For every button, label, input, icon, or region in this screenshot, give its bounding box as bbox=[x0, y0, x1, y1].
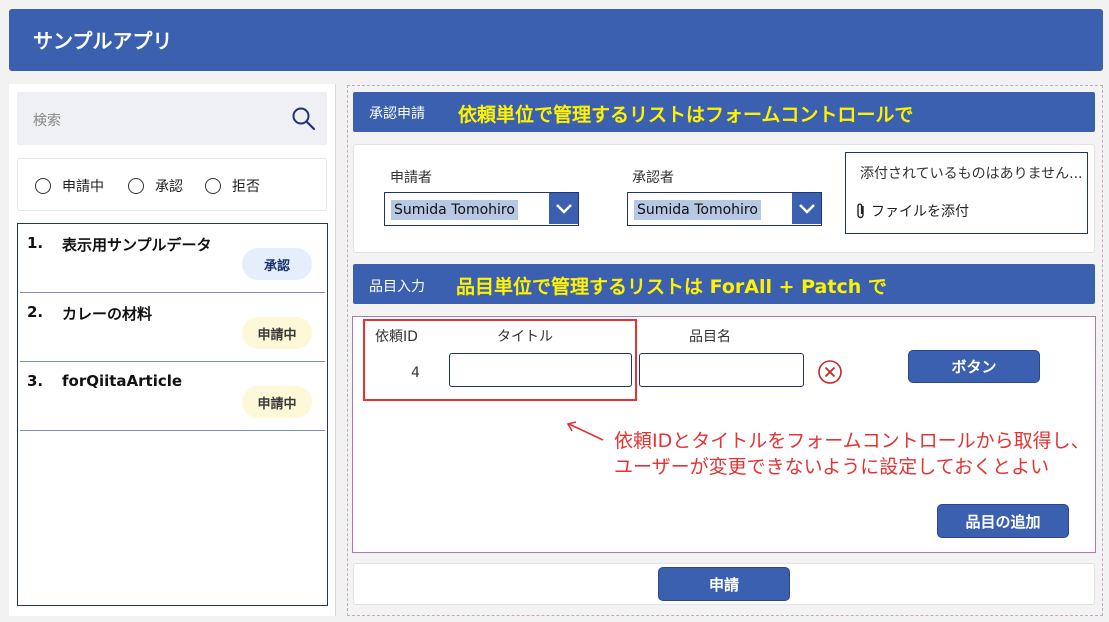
radio-circle-icon[interactable] bbox=[35, 178, 51, 194]
radio-label: 申請中 bbox=[62, 179, 104, 195]
applicant-label: 申請者 bbox=[390, 170, 432, 186]
red-annotation-line1: 依頼IDとタイトルをフォームコントロールから取得し、 bbox=[614, 430, 1090, 452]
approver-label: 承認者 bbox=[632, 170, 674, 186]
paperclip-icon bbox=[857, 203, 864, 219]
attachments-empty-text: 添付されているものはありません... bbox=[860, 166, 1083, 182]
col-header-item-name: 品目名 bbox=[689, 329, 731, 345]
red-annotation: 依頼IDとタイトルをフォームコントロールから取得し、 ユーザーが変更できないよう… bbox=[614, 428, 1090, 480]
radio-circle-icon[interactable] bbox=[205, 178, 221, 194]
red-annotation-line2: ユーザーが変更できないように設定しておくとよい bbox=[614, 456, 1050, 478]
chevron-down-icon[interactable] bbox=[549, 193, 578, 224]
items-section-label: 品目入力 bbox=[369, 279, 425, 295]
item-title: カレーの材料 bbox=[62, 305, 153, 323]
list-item[interactable]: 2. カレーの材料 申請中 bbox=[20, 293, 325, 362]
item-title: forQiitaArticle bbox=[62, 372, 183, 390]
status-badge: 承認 bbox=[242, 248, 312, 280]
list-item[interactable]: 1. 表示用サンプルデータ 承認 bbox=[20, 224, 325, 293]
item-title: 表示用サンプルデータ bbox=[62, 236, 212, 254]
approver-dropdown[interactable]: Sumida Tomohiro bbox=[627, 192, 822, 226]
radio-label: 承認 bbox=[155, 179, 183, 195]
request-list: 1. 表示用サンプルデータ 承認 2. カレーの材料 申請中 3. forQii… bbox=[17, 223, 328, 606]
remove-row-icon[interactable] bbox=[817, 359, 843, 385]
chevron-down-icon[interactable] bbox=[792, 193, 821, 224]
search-icon[interactable] bbox=[291, 106, 317, 132]
action-button[interactable]: ボタン bbox=[908, 350, 1040, 383]
search-box[interactable] bbox=[17, 92, 327, 145]
item-name-input[interactable] bbox=[639, 353, 804, 387]
attach-file-label: ファイルを添付 bbox=[871, 204, 969, 220]
radio-label: 拒否 bbox=[232, 179, 260, 195]
approval-section-label: 承認申請 bbox=[369, 106, 425, 122]
approver-value: Sumida Tomohiro bbox=[634, 200, 761, 220]
annotation-arrow-icon bbox=[563, 418, 607, 444]
status-badge: 申請中 bbox=[242, 386, 312, 418]
radio-approved[interactable]: 承認 bbox=[128, 176, 183, 196]
submit-button[interactable]: 申請 bbox=[658, 567, 790, 601]
attach-file-link[interactable]: ファイルを添付 bbox=[855, 201, 969, 221]
approval-annotation: 依頼単位で管理するリストはフォームコントロールで bbox=[458, 104, 914, 126]
item-number: 2. bbox=[27, 303, 44, 321]
list-item[interactable]: 3. forQiitaArticle 申請中 bbox=[20, 362, 325, 431]
applicant-dropdown[interactable]: Sumida Tomohiro bbox=[384, 192, 579, 226]
radio-rejected[interactable]: 拒否 bbox=[205, 176, 260, 196]
app-header bbox=[9, 9, 1103, 71]
radio-circle-icon[interactable] bbox=[128, 178, 144, 194]
item-number: 3. bbox=[27, 372, 44, 390]
highlight-box bbox=[363, 319, 637, 401]
add-item-button[interactable]: 品目の追加 bbox=[937, 504, 1069, 538]
item-number: 1. bbox=[27, 234, 44, 252]
status-badge: 申請中 bbox=[242, 317, 312, 349]
applicant-value: Sumida Tomohiro bbox=[391, 200, 518, 220]
app-title: サンプルアプリ bbox=[33, 29, 173, 53]
search-input[interactable]: 検索 bbox=[33, 110, 61, 130]
items-annotation: 品目単位で管理するリストは ForAll + Patch で bbox=[456, 276, 887, 298]
radio-pending[interactable]: 申請中 bbox=[35, 176, 104, 196]
